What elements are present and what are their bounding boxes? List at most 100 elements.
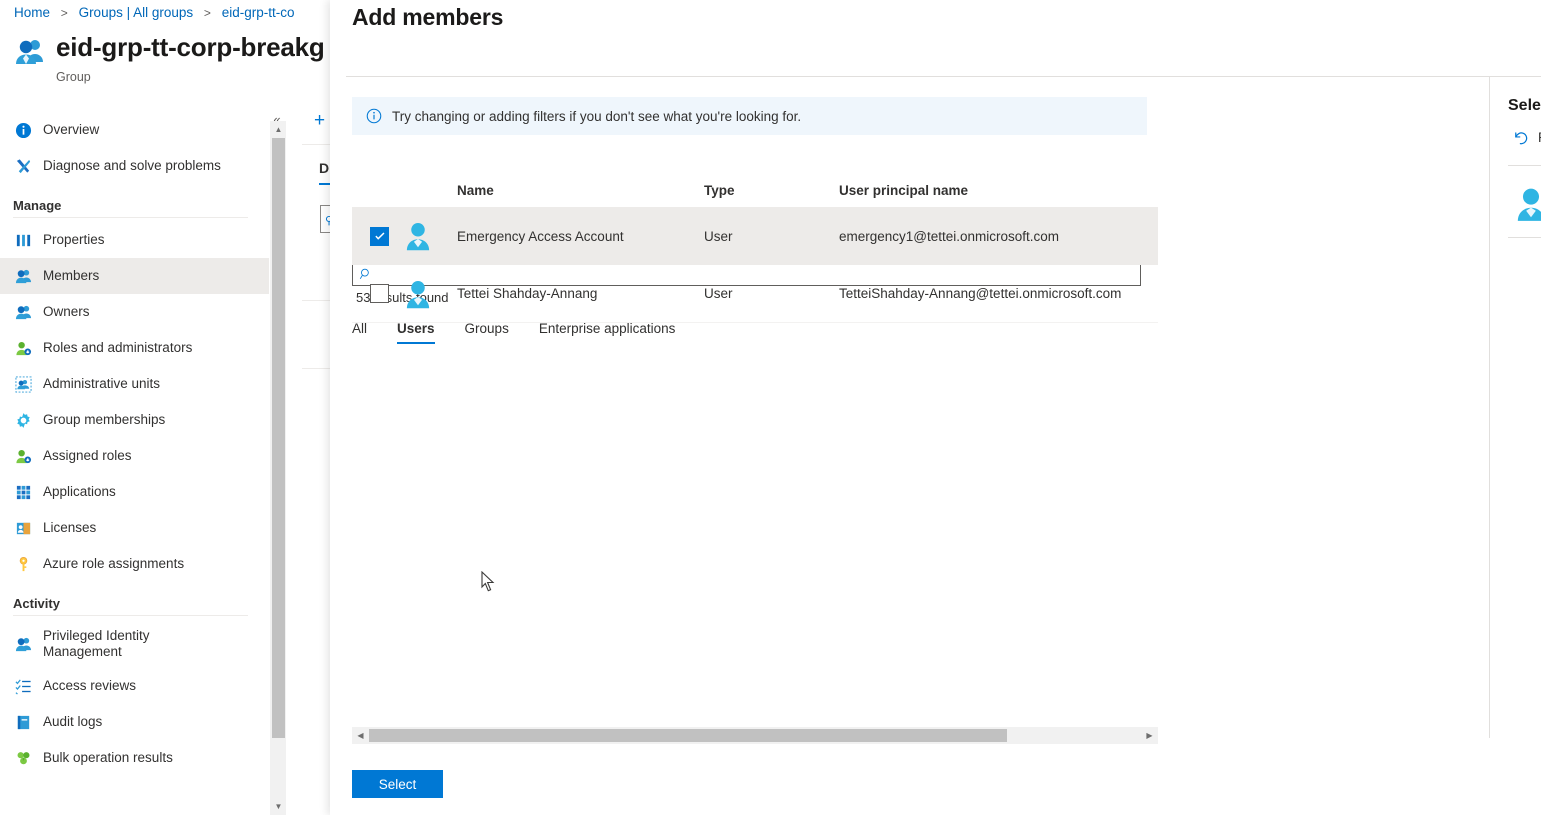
table-horizontal-scrollbar[interactable]: ◀ ▶	[352, 727, 1158, 744]
roles-icon	[13, 338, 33, 358]
sidebar-item-overview[interactable]: Overview	[0, 112, 270, 148]
sidebar-item-label: Audit logs	[43, 714, 103, 729]
info-circle-icon	[366, 108, 382, 124]
column-header-name: Name	[457, 182, 494, 198]
scroll-up-arrow-icon[interactable]: ▲	[270, 121, 287, 138]
sidebar-item-access-reviews[interactable]: Access reviews	[0, 668, 270, 704]
row-checkbox[interactable]	[370, 226, 389, 246]
breadcrumb-item-home[interactable]: Home	[14, 5, 50, 20]
sidebar-item-properties[interactable]: Properties	[0, 222, 270, 258]
info-circle-icon	[13, 120, 33, 140]
tab-groups[interactable]: Groups	[465, 321, 509, 344]
page-header: eid-grp-tt-corp-breakg	[14, 30, 325, 70]
gear-icon	[13, 410, 33, 430]
sidebar-nav-list: Overview Diagnose and solve problems Man…	[0, 112, 270, 776]
table-header-row: Name Type User principal name	[352, 173, 1158, 207]
sidebar-item-label: Diagnose and solve problems	[43, 158, 221, 173]
page-title: eid-grp-tt-corp-breakg	[56, 32, 325, 62]
plus-icon[interactable]: +	[314, 110, 325, 132]
checklist-icon	[13, 676, 33, 696]
sidebar-item-label: Access reviews	[43, 678, 137, 693]
scroll-left-arrow-icon[interactable]: ◀	[352, 727, 369, 744]
user-avatar-icon	[1512, 185, 1541, 223]
assigned-roles-icon	[13, 446, 33, 466]
background-tab-label: D	[319, 160, 330, 176]
scrollbar-thumb[interactable]	[369, 729, 1007, 742]
row-checkbox-cell[interactable]	[352, 284, 402, 303]
sidebar-item-label: Licenses	[43, 520, 97, 535]
selected-panel: Selected (1) Reset	[1490, 77, 1541, 815]
row-checkbox-cell[interactable]	[352, 226, 402, 246]
add-members-blade: Add members Try changing or adding filte…	[330, 0, 1541, 815]
sidebar-item-privileged-identity-management[interactable]: Privileged Identity Management	[0, 620, 270, 668]
row-name: Tettei Shahday-Annang	[457, 286, 598, 301]
table-row[interactable]: Emergency Access Account User emergency1…	[352, 207, 1158, 265]
column-header-upn: User principal name	[839, 182, 969, 198]
page-subtitle: Group	[56, 70, 91, 84]
sidebar-item-label: Bulk operation results	[43, 750, 173, 765]
scroll-down-arrow-icon[interactable]: ▼	[270, 798, 287, 815]
sidebar-scrollbar[interactable]: ▲ ▼	[269, 121, 286, 815]
sidebar-item-label: Properties	[43, 232, 105, 247]
sidebar-item-bulk-operation-results[interactable]: Bulk operation results	[0, 740, 270, 776]
user-avatar-icon	[402, 220, 434, 252]
scroll-right-arrow-icon[interactable]: ▶	[1141, 727, 1158, 744]
table-row[interactable]: Tettei Shahday-Annang User TetteiShahday…	[352, 265, 1158, 323]
sidebar-item-label: Privileged Identity Management	[43, 628, 150, 659]
background-content-strip: + D ⚲	[286, 100, 332, 815]
book-icon	[13, 712, 33, 732]
row-checkbox[interactable]	[370, 284, 389, 303]
row-avatar-cell	[402, 220, 457, 252]
sidebar-item-label: Group memberships	[43, 412, 166, 427]
info-message-bar: Try changing or adding filters if you do…	[352, 97, 1147, 135]
divider	[302, 300, 332, 301]
owners-icon	[13, 302, 33, 322]
selected-divider-top	[1508, 165, 1541, 166]
tab-users[interactable]: Users	[397, 321, 435, 344]
sidebar-item-label: Administrative units	[43, 376, 161, 391]
select-button[interactable]: Select	[352, 770, 443, 798]
grid-icon	[13, 482, 33, 502]
sidebar-divider	[13, 217, 248, 218]
sidebar-item-label: Roles and administrators	[43, 340, 193, 355]
results-table: Name Type User principal name Emergency …	[352, 145, 1158, 323]
tab-enterprise-applications[interactable]: Enterprise applications	[539, 321, 676, 344]
sidebar-item-assigned-roles[interactable]: Assigned roles	[0, 438, 270, 474]
sidebar-item-azure-role-assignments[interactable]: Azure role assignments	[0, 546, 270, 582]
breadcrumb-item-groups[interactable]: Groups | All groups	[79, 5, 194, 20]
tab-all[interactable]: All	[352, 321, 367, 344]
members-icon	[13, 266, 33, 286]
breadcrumb-item-group[interactable]: eid-grp-tt-co	[222, 5, 295, 20]
sidebar-item-diagnose[interactable]: Diagnose and solve problems	[0, 148, 270, 184]
row-upn: TetteiShahday-Annang@tettei.onmicrosoft.…	[839, 286, 1122, 301]
divider	[302, 368, 332, 369]
row-name: Emergency Access Account	[457, 228, 624, 244]
sidebar-item-applications[interactable]: Applications	[0, 474, 270, 510]
scrollbar-thumb[interactable]	[272, 138, 285, 738]
breadcrumb-separator: >	[60, 6, 68, 20]
row-upn: emergency1@tettei.onmicrosoft.com	[839, 228, 1060, 244]
user-avatar-icon	[402, 278, 434, 310]
administrative-units-icon	[13, 374, 33, 394]
sidebar-item-owners[interactable]: Owners	[0, 294, 270, 330]
sidebar-item-licenses[interactable]: Licenses	[0, 510, 270, 546]
sidebar-item-group-memberships[interactable]: Group memberships	[0, 402, 270, 438]
pim-icon	[13, 634, 33, 654]
sidebar-item-label: Owners	[43, 304, 90, 319]
properties-icon	[13, 230, 33, 250]
sidebar-item-roles-and-administrators[interactable]: Roles and administrators	[0, 330, 270, 366]
wrench-icon	[13, 156, 33, 176]
reset-button[interactable]: Reset	[1512, 129, 1541, 146]
app-root: Home > Groups | All groups > eid-grp-tt-…	[0, 0, 1541, 815]
sidebar-section-activity: Activity	[13, 596, 60, 611]
sidebar-item-administrative-units[interactable]: Administrative units	[0, 366, 270, 402]
selected-panel-title: Selected (1)	[1508, 97, 1541, 114]
selected-list-item: Emergency Access Account emergency1@tett…	[1508, 173, 1541, 235]
sidebar-item-members[interactable]: Members	[0, 258, 270, 294]
sidebar-item-label: Applications	[43, 484, 116, 499]
divider	[302, 144, 332, 145]
group-icon	[14, 36, 48, 70]
row-avatar-cell	[402, 278, 457, 310]
sidebar-item-audit-logs[interactable]: Audit logs	[0, 704, 270, 740]
blade-left-column: Try changing or adding filters if you do…	[330, 77, 1160, 815]
